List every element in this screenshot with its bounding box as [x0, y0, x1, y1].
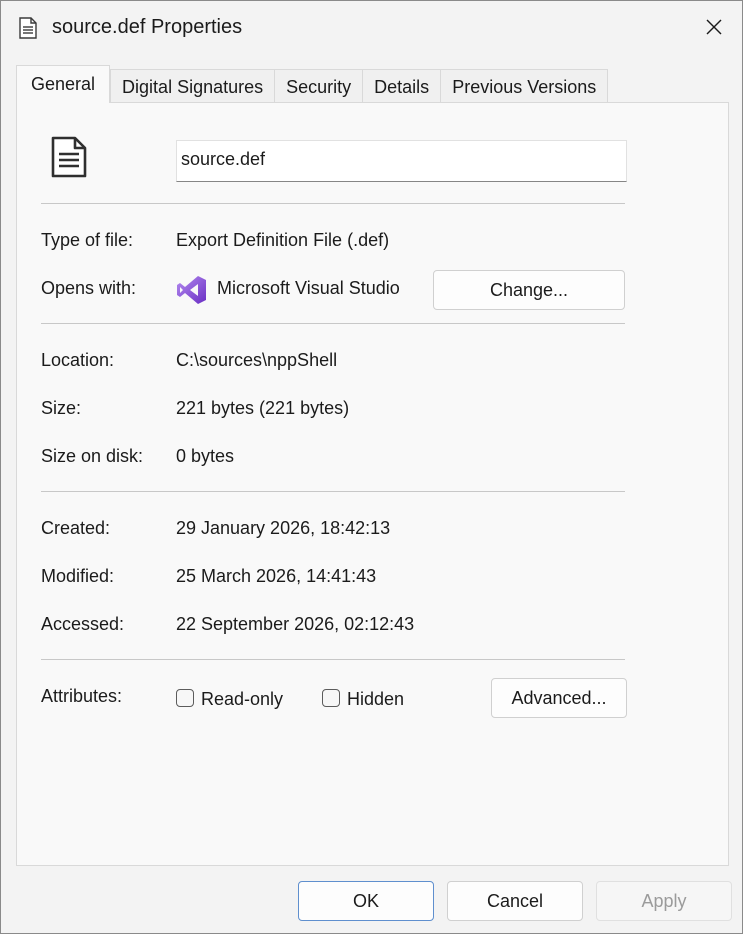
opens-with-value: Microsoft Visual Studio — [217, 278, 400, 298]
tab-security[interactable]: Security — [275, 69, 364, 103]
modified-value: 25 March 2026, 14:41:43 — [176, 566, 377, 586]
created-label: Created: — [41, 518, 111, 538]
file-icon — [51, 136, 87, 178]
size-value: 221 bytes (221 bytes) — [176, 398, 350, 418]
created-value: 29 January 2026, 18:42:13 — [176, 518, 391, 538]
size-on-disk-label: Size on disk: — [41, 446, 144, 466]
change-button[interactable]: Change... — [433, 270, 625, 310]
document-icon — [19, 17, 37, 39]
type-of-file-label: Type of file: — [41, 230, 134, 250]
general-tab-panel — [16, 102, 729, 866]
attributes-label: Attributes: — [41, 686, 123, 706]
opens-with-label: Opens with: — [41, 278, 137, 298]
tab-bar: General Digital Signatures Security Deta… — [16, 65, 609, 103]
accessed-value: 22 September 2026, 02:12:43 — [176, 614, 415, 634]
hidden-label[interactable]: Hidden — [347, 689, 404, 710]
cancel-button[interactable]: Cancel — [447, 881, 583, 921]
separator — [41, 203, 625, 204]
tab-details[interactable]: Details — [363, 69, 442, 103]
file-name-input[interactable] — [176, 140, 627, 182]
separator — [41, 491, 625, 492]
tab-general[interactable]: General — [16, 65, 111, 103]
advanced-button[interactable]: Advanced... — [491, 678, 627, 718]
ok-button[interactable]: OK — [298, 881, 434, 921]
close-button[interactable] — [691, 7, 737, 47]
location-value: C:\sources\nppShell — [176, 350, 338, 370]
title-bar[interactable]: source.def Properties — [1, 1, 742, 57]
read-only-label[interactable]: Read-only — [201, 689, 283, 710]
size-label: Size: — [41, 398, 82, 418]
close-icon — [706, 19, 722, 35]
visual-studio-icon — [177, 276, 206, 304]
hidden-checkbox[interactable] — [322, 689, 340, 707]
tab-previous-versions[interactable]: Previous Versions — [441, 69, 609, 103]
accessed-label: Accessed: — [41, 614, 125, 634]
separator — [41, 323, 625, 324]
tab-digital-signatures[interactable]: Digital Signatures — [110, 69, 276, 103]
properties-dialog: source.def Properties General Digital Si… — [0, 0, 743, 934]
location-label: Location: — [41, 350, 115, 370]
window-title: source.def Properties — [52, 16, 243, 38]
type-of-file-value: Export Definition File (.def) — [176, 230, 390, 250]
apply-button[interactable]: Apply — [596, 881, 732, 921]
separator — [41, 659, 625, 660]
read-only-checkbox[interactable] — [176, 689, 194, 707]
size-on-disk-value: 0 bytes — [176, 446, 235, 466]
modified-label: Modified: — [41, 566, 115, 586]
